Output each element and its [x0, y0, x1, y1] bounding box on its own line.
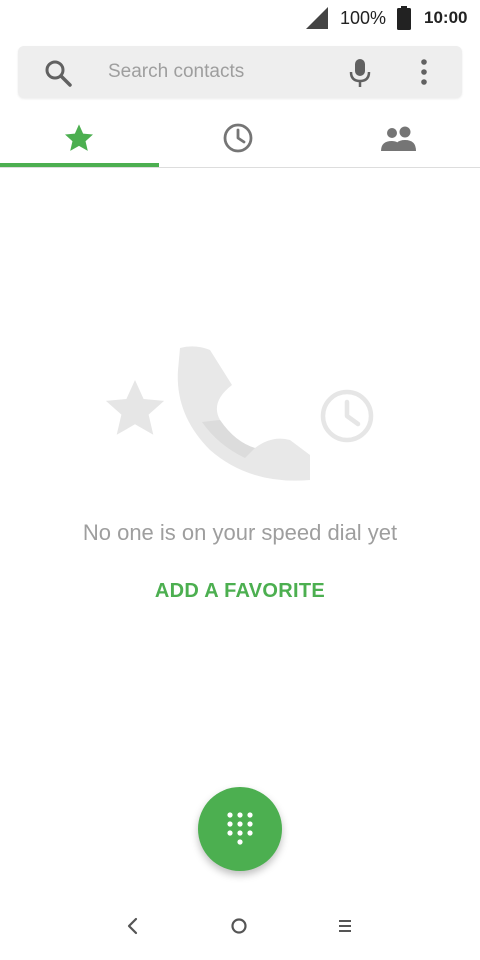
people-icon: [381, 126, 416, 151]
empty-state-message: No one is on your speed dial yet: [82, 520, 398, 545]
search-input[interactable]: [108, 46, 328, 98]
tab-divider: [0, 167, 480, 168]
dialpad-icon: [227, 812, 253, 845]
speed-dial-empty-illustration: [105, 346, 374, 481]
dialpad-fab[interactable]: [198, 787, 282, 871]
search-icon[interactable]: [44, 59, 72, 87]
clock-icon: [223, 123, 253, 153]
more-vert-icon[interactable]: [414, 58, 434, 86]
tab-bar: [0, 108, 480, 168]
back-icon[interactable]: [118, 911, 148, 941]
tab-recents[interactable]: [160, 108, 320, 168]
battery-full-icon: [397, 6, 411, 30]
clock: 10:00: [424, 8, 468, 27]
add-favorite-button[interactable]: ADD A FAVORITE: [140, 574, 340, 608]
battery-percent: 100%: [340, 8, 387, 28]
home-icon[interactable]: [224, 911, 254, 941]
recents-icon[interactable]: [330, 911, 360, 941]
status-bar: 100% 10:00: [0, 0, 480, 36]
star-icon: [65, 124, 93, 151]
search-bar[interactable]: [18, 46, 462, 98]
mic-icon[interactable]: [348, 58, 372, 88]
navigation-bar: [0, 895, 480, 960]
cell-signal-icon: [306, 7, 328, 29]
tab-speed-dial[interactable]: [0, 108, 160, 168]
tab-contacts[interactable]: [320, 108, 480, 168]
